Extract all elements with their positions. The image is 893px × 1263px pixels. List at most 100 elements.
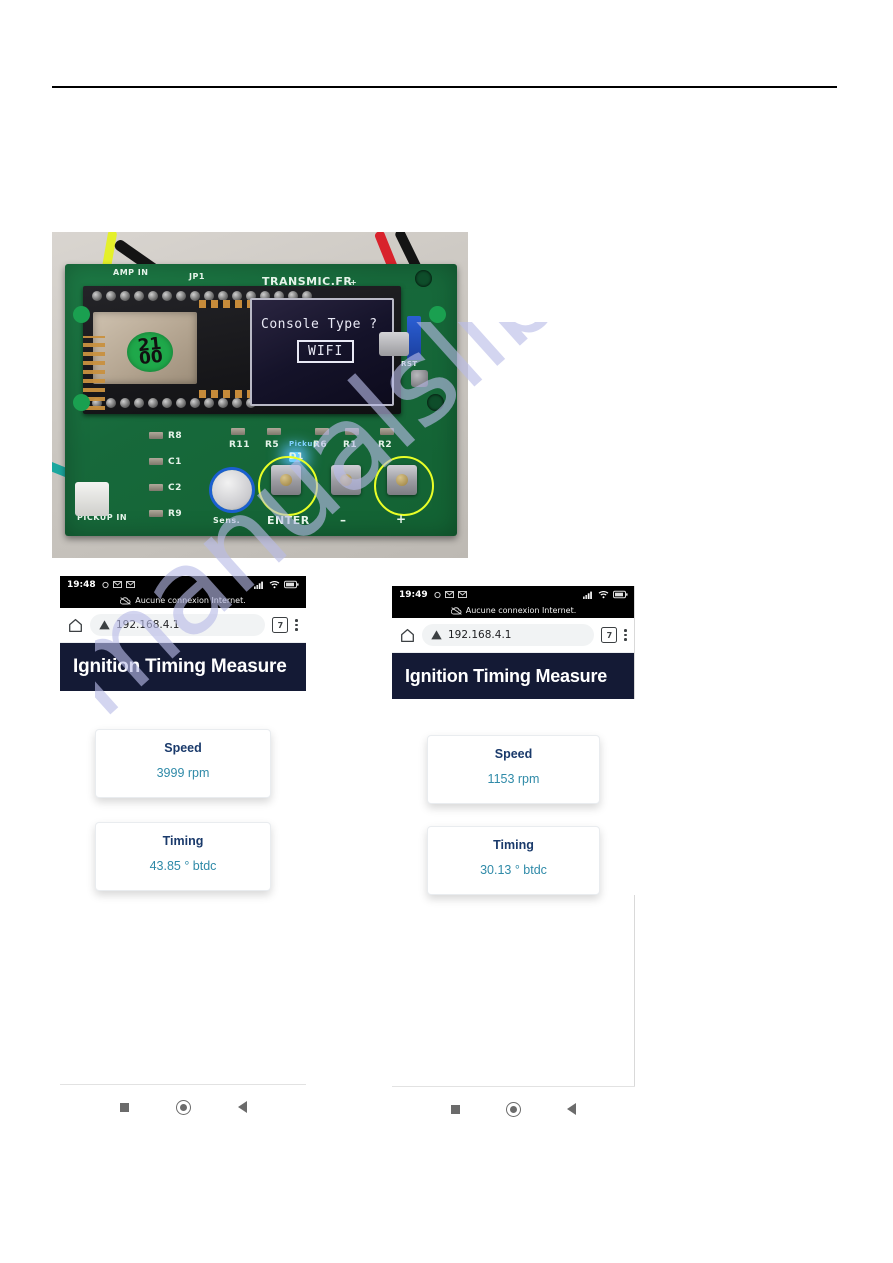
header-pins-bottom	[92, 398, 256, 408]
silk-plus: +	[396, 512, 407, 526]
blue-header-connector	[407, 316, 421, 360]
speed-card: Speed 3999 rpm	[95, 729, 271, 798]
status-bar-left: 19:48 Aucune connexion Internet.	[60, 576, 306, 608]
silk-r8: R8	[168, 431, 183, 441]
minus-button[interactable]	[331, 465, 361, 495]
pickup-connector	[75, 482, 109, 516]
smd-r5	[267, 428, 281, 435]
status-bar-right: 19:49 Aucune connexion Internet.	[392, 586, 635, 618]
cellular-signal-icon	[583, 591, 592, 599]
silk-r1: R1	[343, 440, 358, 450]
pcb-photo: AMP IN JP1 TRANSMIC.FR + 21 00 Console T…	[52, 232, 468, 558]
smd-c2	[149, 484, 163, 491]
silk-c2: C2	[168, 483, 182, 493]
battery-icon	[284, 580, 299, 589]
qc-sticker-mark: 21 00	[136, 333, 164, 370]
tab-count-button[interactable]: 7	[272, 617, 289, 633]
site-title: Ignition Timing Measure	[405, 665, 608, 686]
enter-highlight-circle	[258, 456, 318, 516]
status-left-icons	[434, 590, 467, 599]
silk-r5: R5	[265, 440, 280, 450]
alarm-icon	[434, 591, 441, 599]
url-input[interactable]: 192.168.4.1	[422, 624, 595, 646]
overflow-menu-icon[interactable]	[624, 629, 627, 641]
not-secure-warning-icon	[431, 630, 442, 640]
android-nav-bar-right	[392, 1086, 635, 1131]
home-circle-icon[interactable]	[175, 1099, 191, 1115]
recents-icon[interactable]	[119, 1102, 129, 1112]
mount-hole-br	[427, 394, 444, 411]
back-icon[interactable]	[567, 1103, 576, 1115]
smd-r2	[380, 428, 394, 435]
timing-card-value: 43.85 ° btdc	[149, 859, 217, 873]
overflow-menu-icon[interactable]	[295, 619, 298, 631]
recents-icon[interactable]	[451, 1104, 460, 1114]
measurement-cards-left: Speed 3999 rpm Timing 43.85 ° btdc	[60, 691, 306, 891]
page-top-rule	[52, 86, 837, 88]
alarm-icon	[102, 581, 109, 589]
silk-r11: R11	[229, 440, 250, 450]
status-time: 19:48	[67, 579, 96, 590]
status-left-icons	[102, 580, 135, 589]
page-content-right: Speed 1153 rpm Timing 30.13 ° btdc	[392, 699, 635, 895]
home-circle-icon[interactable]	[506, 1101, 521, 1117]
oled-prompt: Console Type ?	[261, 317, 378, 332]
status-right-icons	[254, 580, 299, 589]
silk-jp1: JP1	[189, 272, 205, 281]
status-right-icons	[583, 590, 628, 599]
smd-r11	[231, 428, 245, 435]
phone-screenshot-left: 19:48 Aucune connexion Internet. 192.168…	[60, 576, 306, 1129]
browser-url-bar-left: 192.168.4.1 7	[60, 608, 306, 643]
silk-enter: ENTER	[267, 514, 310, 527]
mail-icon	[112, 581, 122, 588]
nodemcu-module: 21 00 Console Type ? WIFI RST	[83, 286, 428, 414]
home-icon[interactable]	[400, 628, 415, 643]
mail-icon	[444, 591, 454, 598]
measurement-cards-right: Speed 1153 rpm Timing 30.13 ° btdc	[392, 699, 635, 895]
wifi-icon	[269, 581, 280, 589]
usb-micro-port	[379, 332, 409, 356]
battery-icon	[613, 590, 628, 599]
silk-amp-in: AMP IN	[113, 268, 149, 277]
mail-icon-2	[457, 591, 467, 598]
timing-card-title: Timing	[162, 834, 204, 848]
browser-url-bar-right: 192.168.4.1 7	[392, 618, 635, 653]
tab-count-button[interactable]: 7	[601, 627, 618, 643]
smd-r8	[149, 432, 163, 439]
home-icon[interactable]	[68, 618, 83, 633]
timing-card-value: 30.13 ° btdc	[480, 863, 547, 877]
sensitivity-potentiometer[interactable]	[212, 470, 252, 510]
phone-screenshot-right: 19:49 Aucune connexion Internet. 192.168…	[392, 586, 635, 1131]
speed-card-value: 1153 rpm	[487, 772, 540, 786]
reset-button[interactable]	[411, 370, 428, 387]
pad-left-top	[73, 306, 90, 323]
wifi-icon	[598, 591, 609, 599]
site-header-right: Ignition Timing Measure	[392, 653, 635, 699]
oled-selection: WIFI	[297, 340, 355, 363]
back-icon[interactable]	[237, 1101, 247, 1113]
speed-card-value: 3999 rpm	[156, 766, 210, 780]
timing-card: Timing 43.85 ° btdc	[95, 822, 271, 891]
timing-card: Timing 30.13 ° btdc	[427, 826, 600, 895]
cellular-signal-icon	[254, 581, 263, 589]
document-page: AMP IN JP1 TRANSMIC.FR + 21 00 Console T…	[0, 0, 893, 1263]
smd-r9	[149, 510, 163, 517]
url-text: 192.168.4.1	[116, 619, 180, 631]
status-time: 19:49	[399, 589, 428, 600]
no-internet-note: Aucune connexion Internet.	[465, 606, 577, 615]
cloud-off-icon	[120, 596, 131, 605]
site-title: Ignition Timing Measure	[73, 656, 287, 677]
smd-c1	[149, 458, 163, 465]
oled-display: Console Type ? WIFI	[250, 298, 394, 406]
silk-r6: R6	[313, 440, 328, 450]
cloud-off-icon	[450, 606, 462, 615]
speed-card: Speed 1153 rpm	[427, 735, 600, 804]
smd-r1	[345, 428, 359, 435]
silk-r2: R2	[378, 440, 393, 450]
silk-r9: R9	[168, 509, 183, 519]
mail-icon-2	[125, 581, 135, 588]
not-secure-warning-icon	[99, 620, 110, 630]
timing-card-title: Timing	[493, 838, 534, 852]
smd-r6	[315, 428, 329, 435]
url-input[interactable]: 192.168.4.1	[90, 614, 266, 636]
